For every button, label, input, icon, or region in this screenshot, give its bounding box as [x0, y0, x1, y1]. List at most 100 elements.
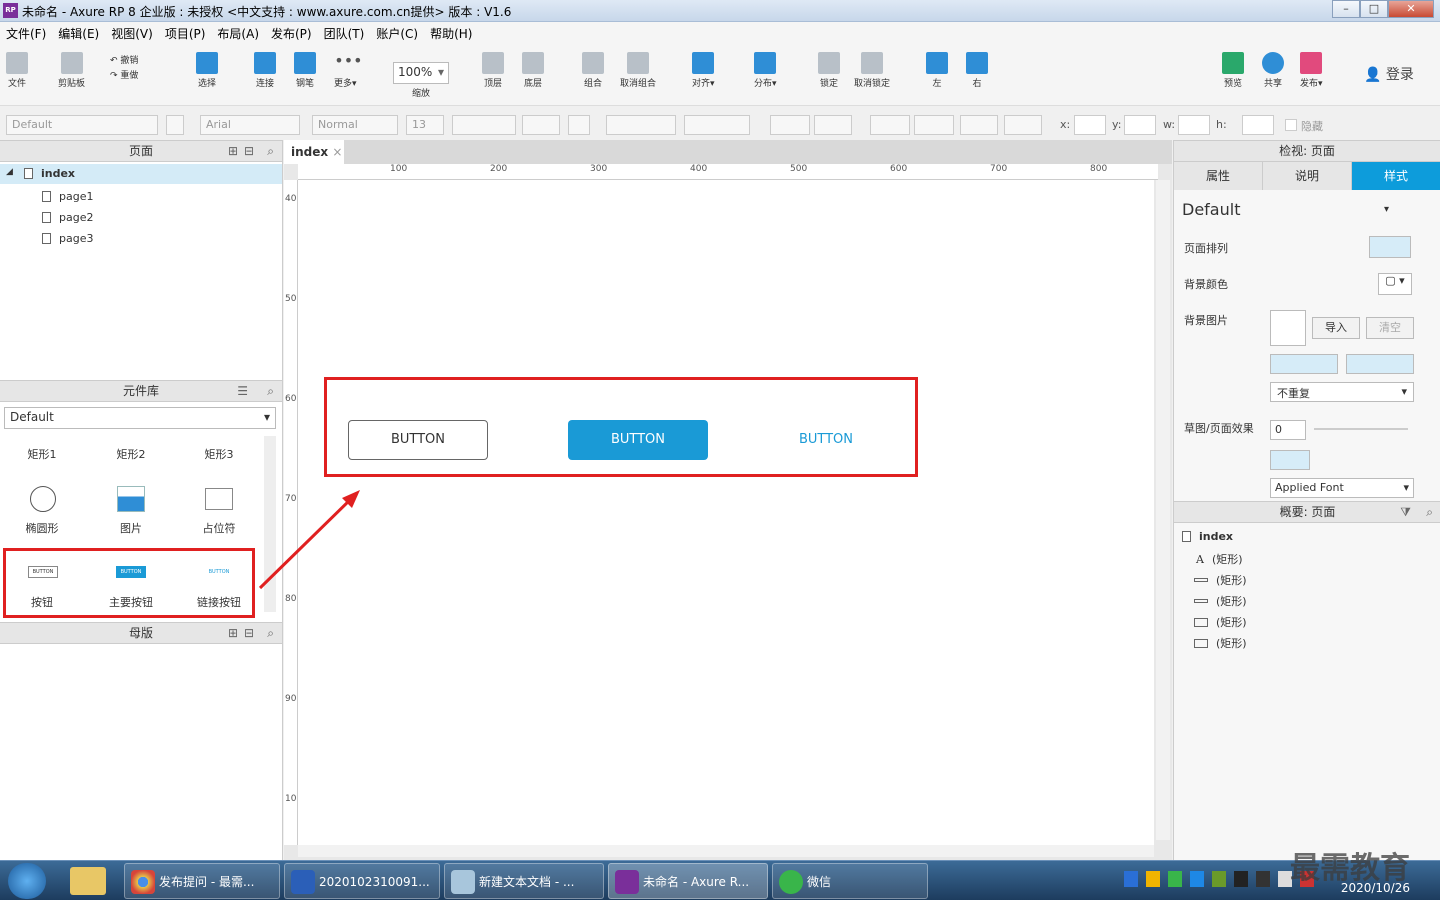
menu-file[interactable]: 文件(F) [6, 25, 46, 42]
tab-style[interactable]: 样式 [1352, 162, 1440, 190]
clear-button[interactable]: 清空 [1366, 317, 1414, 339]
menu-icon[interactable]: ☰ [237, 381, 248, 401]
zoom-select[interactable]: 100% ▾ [393, 62, 449, 84]
import-button[interactable]: 导入 [1312, 317, 1360, 339]
bg-align-left-group[interactable] [1270, 354, 1338, 374]
task-axure[interactable]: 未命名 - Axure R... [608, 863, 768, 899]
align-button[interactable]: 对齐▾ [692, 46, 715, 89]
style-edit-icon[interactable] [166, 115, 184, 135]
tray-icon[interactable] [1124, 871, 1138, 887]
task-wechat[interactable]: 微信 [772, 863, 928, 899]
search-icon[interactable]: ⌕ [267, 381, 274, 401]
sketch-input[interactable]: 0 [1270, 420, 1306, 440]
line-style-button[interactable] [960, 115, 998, 135]
top-layer-button[interactable]: 顶层 [482, 46, 504, 89]
canvas-button[interactable]: BUTTON [348, 420, 488, 460]
lock-button[interactable]: 锁定 [818, 46, 840, 89]
widget-rect2[interactable]: 矩形2 [91, 446, 171, 462]
outline-item[interactable]: (矩形) [1194, 572, 1247, 588]
volume-icon[interactable] [1300, 871, 1314, 887]
redo-button[interactable]: ↷ 重做 [110, 69, 138, 84]
group-button[interactable]: 组合 [582, 46, 604, 89]
outline-item[interactable]: (矩形) [1194, 635, 1247, 651]
widget-button[interactable]: 按钮 [2, 594, 82, 610]
search-icon[interactable]: ⌕ [267, 141, 274, 161]
task-notepad[interactable]: 新建文本文档 - ... [444, 863, 604, 899]
vertical-align-group[interactable] [684, 115, 750, 135]
add-page-icon[interactable]: ⊞ [228, 141, 238, 161]
fill-color-button[interactable] [770, 115, 810, 135]
outline-item[interactable]: (矩形) [1194, 614, 1247, 630]
widget-image[interactable]: 图片 [91, 520, 171, 536]
explorer-icon[interactable] [70, 867, 106, 895]
font-select[interactable]: Arial [200, 115, 300, 135]
vertical-scrollbar[interactable] [1156, 180, 1170, 840]
h-input[interactable] [1242, 115, 1274, 135]
task-chrome[interactable]: 发布提问 - 最需... [124, 863, 280, 899]
outline-root[interactable]: index [1182, 530, 1233, 543]
repeat-select[interactable]: 不重复 ▾ [1270, 382, 1414, 402]
add-folder-icon[interactable]: ⊟ [244, 141, 254, 161]
tab-index[interactable]: index × [284, 140, 344, 164]
clipboard-button[interactable]: 剪贴板 [58, 46, 85, 89]
distribute-button[interactable]: 分布▾ [754, 46, 777, 89]
minimize-button[interactable]: – [1332, 0, 1360, 18]
tray-icon[interactable] [1168, 871, 1182, 887]
left-panel-button[interactable]: 左 [926, 46, 948, 89]
unlock-button[interactable]: 取消锁定 [854, 46, 890, 89]
menu-view[interactable]: 视图(V) [111, 25, 153, 42]
tray-icon[interactable] [1146, 871, 1160, 887]
font-weight-select[interactable]: Normal [312, 115, 398, 135]
canvas-link-button[interactable]: BUTTON [756, 420, 896, 460]
style-dropdown-icon[interactable]: ▾ [1384, 204, 1389, 215]
menu-account[interactable]: 账户(C) [376, 25, 418, 42]
horizontal-align-group[interactable] [606, 115, 676, 135]
line-color-button[interactable] [870, 115, 910, 135]
publish-button[interactable]: 发布▾ [1300, 46, 1323, 89]
menu-team[interactable]: 团队(T) [324, 25, 365, 42]
bg-color-picker[interactable]: ▢ ▾ [1378, 273, 1412, 295]
menu-help[interactable]: 帮助(H) [430, 25, 472, 42]
pen-button[interactable]: 钢笔 [294, 46, 316, 89]
arrow-style-button[interactable] [1004, 115, 1042, 135]
undo-button[interactable]: ↶ 撤销 [110, 54, 138, 69]
close-button[interactable]: ✕ [1388, 0, 1434, 18]
widget-primary-button[interactable]: 主要按钮 [91, 594, 171, 610]
outline-item[interactable]: (矩形) [1194, 593, 1247, 609]
horizontal-scrollbar[interactable] [298, 845, 1154, 857]
design-page[interactable]: BUTTON BUTTON BUTTON [298, 180, 1154, 845]
connect-button[interactable]: 连接 [254, 46, 276, 89]
shadow-button[interactable] [814, 115, 852, 135]
ungroup-button[interactable]: 取消组合 [620, 46, 656, 89]
font-select[interactable]: Applied Font ▾ [1270, 478, 1414, 498]
maximize-button[interactable]: □ [1360, 0, 1388, 18]
bold-italic-underline[interactable] [452, 115, 516, 135]
login-button[interactable]: 👤 登录 [1364, 64, 1414, 84]
widget-placeholder[interactable]: 占位符 [179, 520, 259, 536]
search-icon[interactable]: ⌕ [1426, 502, 1433, 522]
qq-icon[interactable] [1234, 871, 1248, 887]
sketch-mode-buttons[interactable] [1270, 450, 1310, 470]
right-panel-button[interactable]: 右 [966, 46, 988, 89]
library-select[interactable]: Default ▾ [4, 407, 276, 429]
tab-properties[interactable]: 属性 [1174, 162, 1263, 190]
qq-icon[interactable] [1256, 871, 1270, 887]
page-align-buttons[interactable] [1369, 236, 1411, 258]
menu-layout[interactable]: 布局(A) [217, 25, 259, 42]
more-button[interactable]: ••• 更多▾ [334, 46, 363, 90]
filter-icon[interactable]: ⧩ [1400, 502, 1411, 522]
start-button[interactable] [8, 863, 46, 899]
tree-item-page2[interactable]: page2 [42, 211, 93, 224]
menu-edit[interactable]: 编辑(E) [58, 25, 99, 42]
outline-item[interactable]: A (矩形) [1196, 551, 1243, 567]
hide-checkbox[interactable] [1285, 119, 1297, 131]
tree-item-index[interactable]: ◢ index [0, 164, 282, 184]
widget-link-button[interactable]: 链接按钮 [179, 594, 259, 610]
share-button[interactable]: 共享 [1262, 46, 1284, 89]
w-input[interactable] [1178, 115, 1210, 135]
y-input[interactable] [1124, 115, 1156, 135]
tray-icon[interactable] [1212, 871, 1226, 887]
menu-project[interactable]: 项目(P) [165, 25, 206, 42]
widget-rect3[interactable]: 矩形3 [179, 446, 259, 462]
search-icon[interactable]: ⌕ [267, 623, 274, 643]
